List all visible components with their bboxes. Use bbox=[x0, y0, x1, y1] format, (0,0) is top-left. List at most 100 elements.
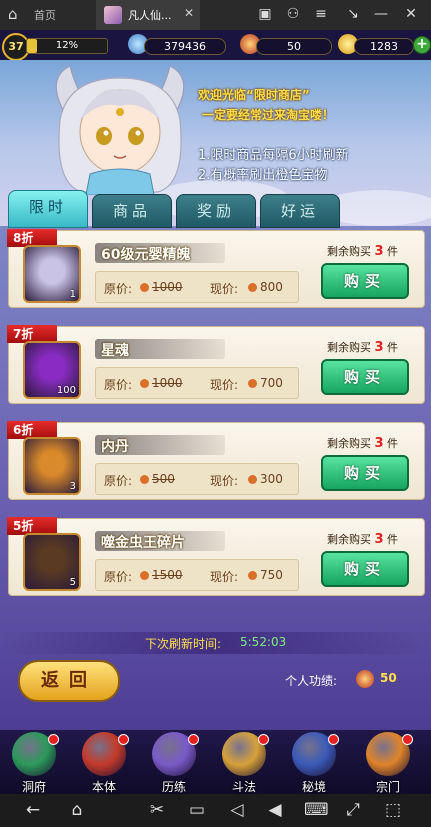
beetle-fragment-icon[interactable]: 5 bbox=[23, 533, 81, 591]
token-icon bbox=[248, 475, 257, 484]
refresh-label: 下次刷新时间: bbox=[145, 637, 222, 651]
remaining-count: 3 bbox=[374, 532, 384, 547]
nav-item-4[interactable]: 秘境 bbox=[286, 732, 342, 794]
item-name-bar: 星魂 bbox=[95, 339, 225, 359]
notification-dot bbox=[328, 734, 339, 745]
star-soul-icon[interactable]: 100 bbox=[23, 341, 81, 399]
remaining-unit: 件 bbox=[387, 245, 399, 258]
notification-dot bbox=[402, 734, 413, 745]
tab-limited[interactable]: 限时 bbox=[8, 190, 88, 228]
system-nav-bar: ← ⌂ ✂ ▭ ◁ ◀ ⌨ ⤢ ⬚ bbox=[0, 794, 431, 827]
remaining-count: 3 bbox=[374, 340, 384, 355]
remaining-purchases: 剩余购买 3 件 bbox=[327, 243, 398, 259]
remaining-count: 3 bbox=[374, 244, 384, 259]
current-price: 300 bbox=[248, 472, 283, 486]
screen-icon[interactable]: ⬚ bbox=[382, 799, 404, 821]
current-price-value: 300 bbox=[260, 472, 283, 486]
current-price-value: 750 bbox=[260, 568, 283, 582]
current-price: 750 bbox=[248, 568, 283, 582]
back-button[interactable]: 返回 bbox=[18, 660, 120, 702]
original-price: 1000 bbox=[140, 280, 183, 294]
buy-button[interactable]: 购买 bbox=[321, 551, 409, 587]
nav-item-1[interactable]: 本体 bbox=[76, 732, 132, 794]
buy-button[interactable]: 购买 bbox=[321, 455, 409, 491]
folder-icon[interactable]: ▭ bbox=[186, 799, 208, 821]
original-price-label: 原价: bbox=[104, 378, 133, 392]
shop-item-card: 8折 1 60级元婴精魄 原价: 1000 现价: 800 剩余购买 3 件购买 bbox=[7, 229, 425, 308]
merit-label: 个人功绩: bbox=[285, 674, 338, 688]
tab-goods[interactable]: 商品 bbox=[92, 194, 172, 228]
keyboard-icon[interactable]: ⌨ bbox=[304, 799, 329, 821]
current-price-label: 现价: bbox=[210, 282, 239, 296]
expand-icon[interactable]: ⤢ bbox=[342, 799, 364, 821]
inner-pill-icon[interactable]: 3 bbox=[23, 437, 81, 495]
spirit-stone-count: 379436 bbox=[144, 38, 226, 55]
original-price: 500 bbox=[140, 472, 175, 486]
nav-item-2[interactable]: 历练 bbox=[146, 732, 202, 794]
original-price: 1000 bbox=[140, 376, 183, 390]
browser-tab-bar: ⌂ 首页 凡人仙... ✕ ▣ ⚇ ≡ ↘ — ✕ bbox=[0, 0, 431, 30]
game-favicon-icon bbox=[104, 6, 122, 24]
refresh-timer: 下次刷新时间: 5:52:03 bbox=[0, 632, 431, 654]
welcome-line-2: 一定要经常过来淘宝喽！ bbox=[202, 108, 335, 122]
home-icon[interactable]: ⌂ bbox=[66, 799, 88, 821]
tab-rewards[interactable]: 奖励 bbox=[176, 194, 256, 228]
tab-home[interactable]: 首页 bbox=[34, 7, 56, 23]
back-arrow-icon[interactable]: ← bbox=[22, 799, 44, 821]
remaining-label: 剩余购买 bbox=[327, 245, 371, 258]
nav-item-3[interactable]: 斗法 bbox=[216, 732, 272, 794]
notification-dot bbox=[48, 734, 59, 745]
buy-button[interactable]: 购买 bbox=[321, 263, 409, 299]
original-price-value: 1500 bbox=[152, 568, 183, 582]
remaining-count: 3 bbox=[374, 436, 384, 451]
nav-label: 宗门 bbox=[375, 780, 400, 794]
minimize-arrow-icon[interactable]: ↘ bbox=[344, 6, 362, 22]
item-name: 内丹 bbox=[101, 439, 129, 455]
scissors-icon[interactable]: ✂ bbox=[146, 799, 168, 821]
volume-up-icon[interactable]: ◀ bbox=[264, 799, 286, 821]
gold-count: 1283 bbox=[354, 38, 414, 55]
status-bar: 37 12% 379436 50 1283 + bbox=[0, 30, 431, 61]
menu-icon[interactable]: ≡ bbox=[312, 6, 330, 22]
shop-item-card: 5折 5 噬金虫王碎片 原价: 1500 现价: 750 剩余购买 3 件购买 bbox=[7, 517, 425, 596]
minimize-icon[interactable]: — bbox=[372, 6, 390, 22]
token-icon bbox=[248, 571, 257, 580]
token-icon bbox=[140, 475, 149, 484]
current-price-value: 700 bbox=[260, 376, 283, 390]
buy-button[interactable]: 购买 bbox=[321, 359, 409, 395]
item-quantity: 5 bbox=[69, 577, 76, 588]
nav-label: 洞府 bbox=[21, 780, 46, 794]
original-price-value: 1000 bbox=[152, 280, 183, 294]
nav-item-5[interactable]: 宗门 bbox=[360, 732, 416, 794]
welcome-line-1: 欢迎光临“限时商店” bbox=[198, 88, 310, 102]
current-price-value: 800 bbox=[260, 280, 283, 294]
remaining-purchases: 剩余购买 3 件 bbox=[327, 339, 398, 355]
user-icon[interactable]: ⚇ bbox=[284, 6, 302, 22]
remaining-label: 剩余购买 bbox=[327, 341, 371, 354]
token-icon bbox=[248, 379, 257, 388]
price-box: 原价: 500 现价: 300 bbox=[95, 463, 299, 495]
original-price-label: 原价: bbox=[104, 474, 133, 488]
item-name-bar: 60级元婴精魄 bbox=[95, 243, 225, 263]
nav-item-0[interactable]: 洞府 bbox=[6, 732, 62, 794]
notification-dot bbox=[188, 734, 199, 745]
spirit-orb-icon[interactable]: 1 bbox=[23, 245, 81, 303]
window-close-icon[interactable]: ✕ bbox=[402, 6, 420, 22]
item-quantity: 3 bbox=[69, 481, 76, 492]
current-price: 700 bbox=[248, 376, 283, 390]
volume-icon[interactable]: ◁ bbox=[226, 799, 248, 821]
home-icon[interactable]: ⌂ bbox=[8, 6, 24, 22]
xp-bar: 12% bbox=[26, 38, 108, 54]
add-gold-button[interactable]: + bbox=[413, 36, 431, 54]
tv-icon[interactable]: ▣ bbox=[256, 6, 274, 22]
original-price: 1500 bbox=[140, 568, 183, 582]
tab-luck[interactable]: 好运 bbox=[260, 194, 340, 228]
token-count: 50 bbox=[256, 38, 332, 55]
tab-game[interactable]: 凡人仙... ✕ bbox=[96, 0, 200, 30]
item-quantity: 100 bbox=[56, 385, 76, 396]
shop-item-card: 6折 3 内丹 原价: 500 现价: 300 剩余购买 3 件购买 bbox=[7, 421, 425, 500]
close-icon[interactable]: ✕ bbox=[184, 6, 194, 20]
bottom-nav: 洞府 本体 历练 斗法 秘境 宗门 bbox=[0, 730, 431, 794]
current-price-label: 现价: bbox=[210, 570, 239, 584]
token-icon bbox=[140, 379, 149, 388]
